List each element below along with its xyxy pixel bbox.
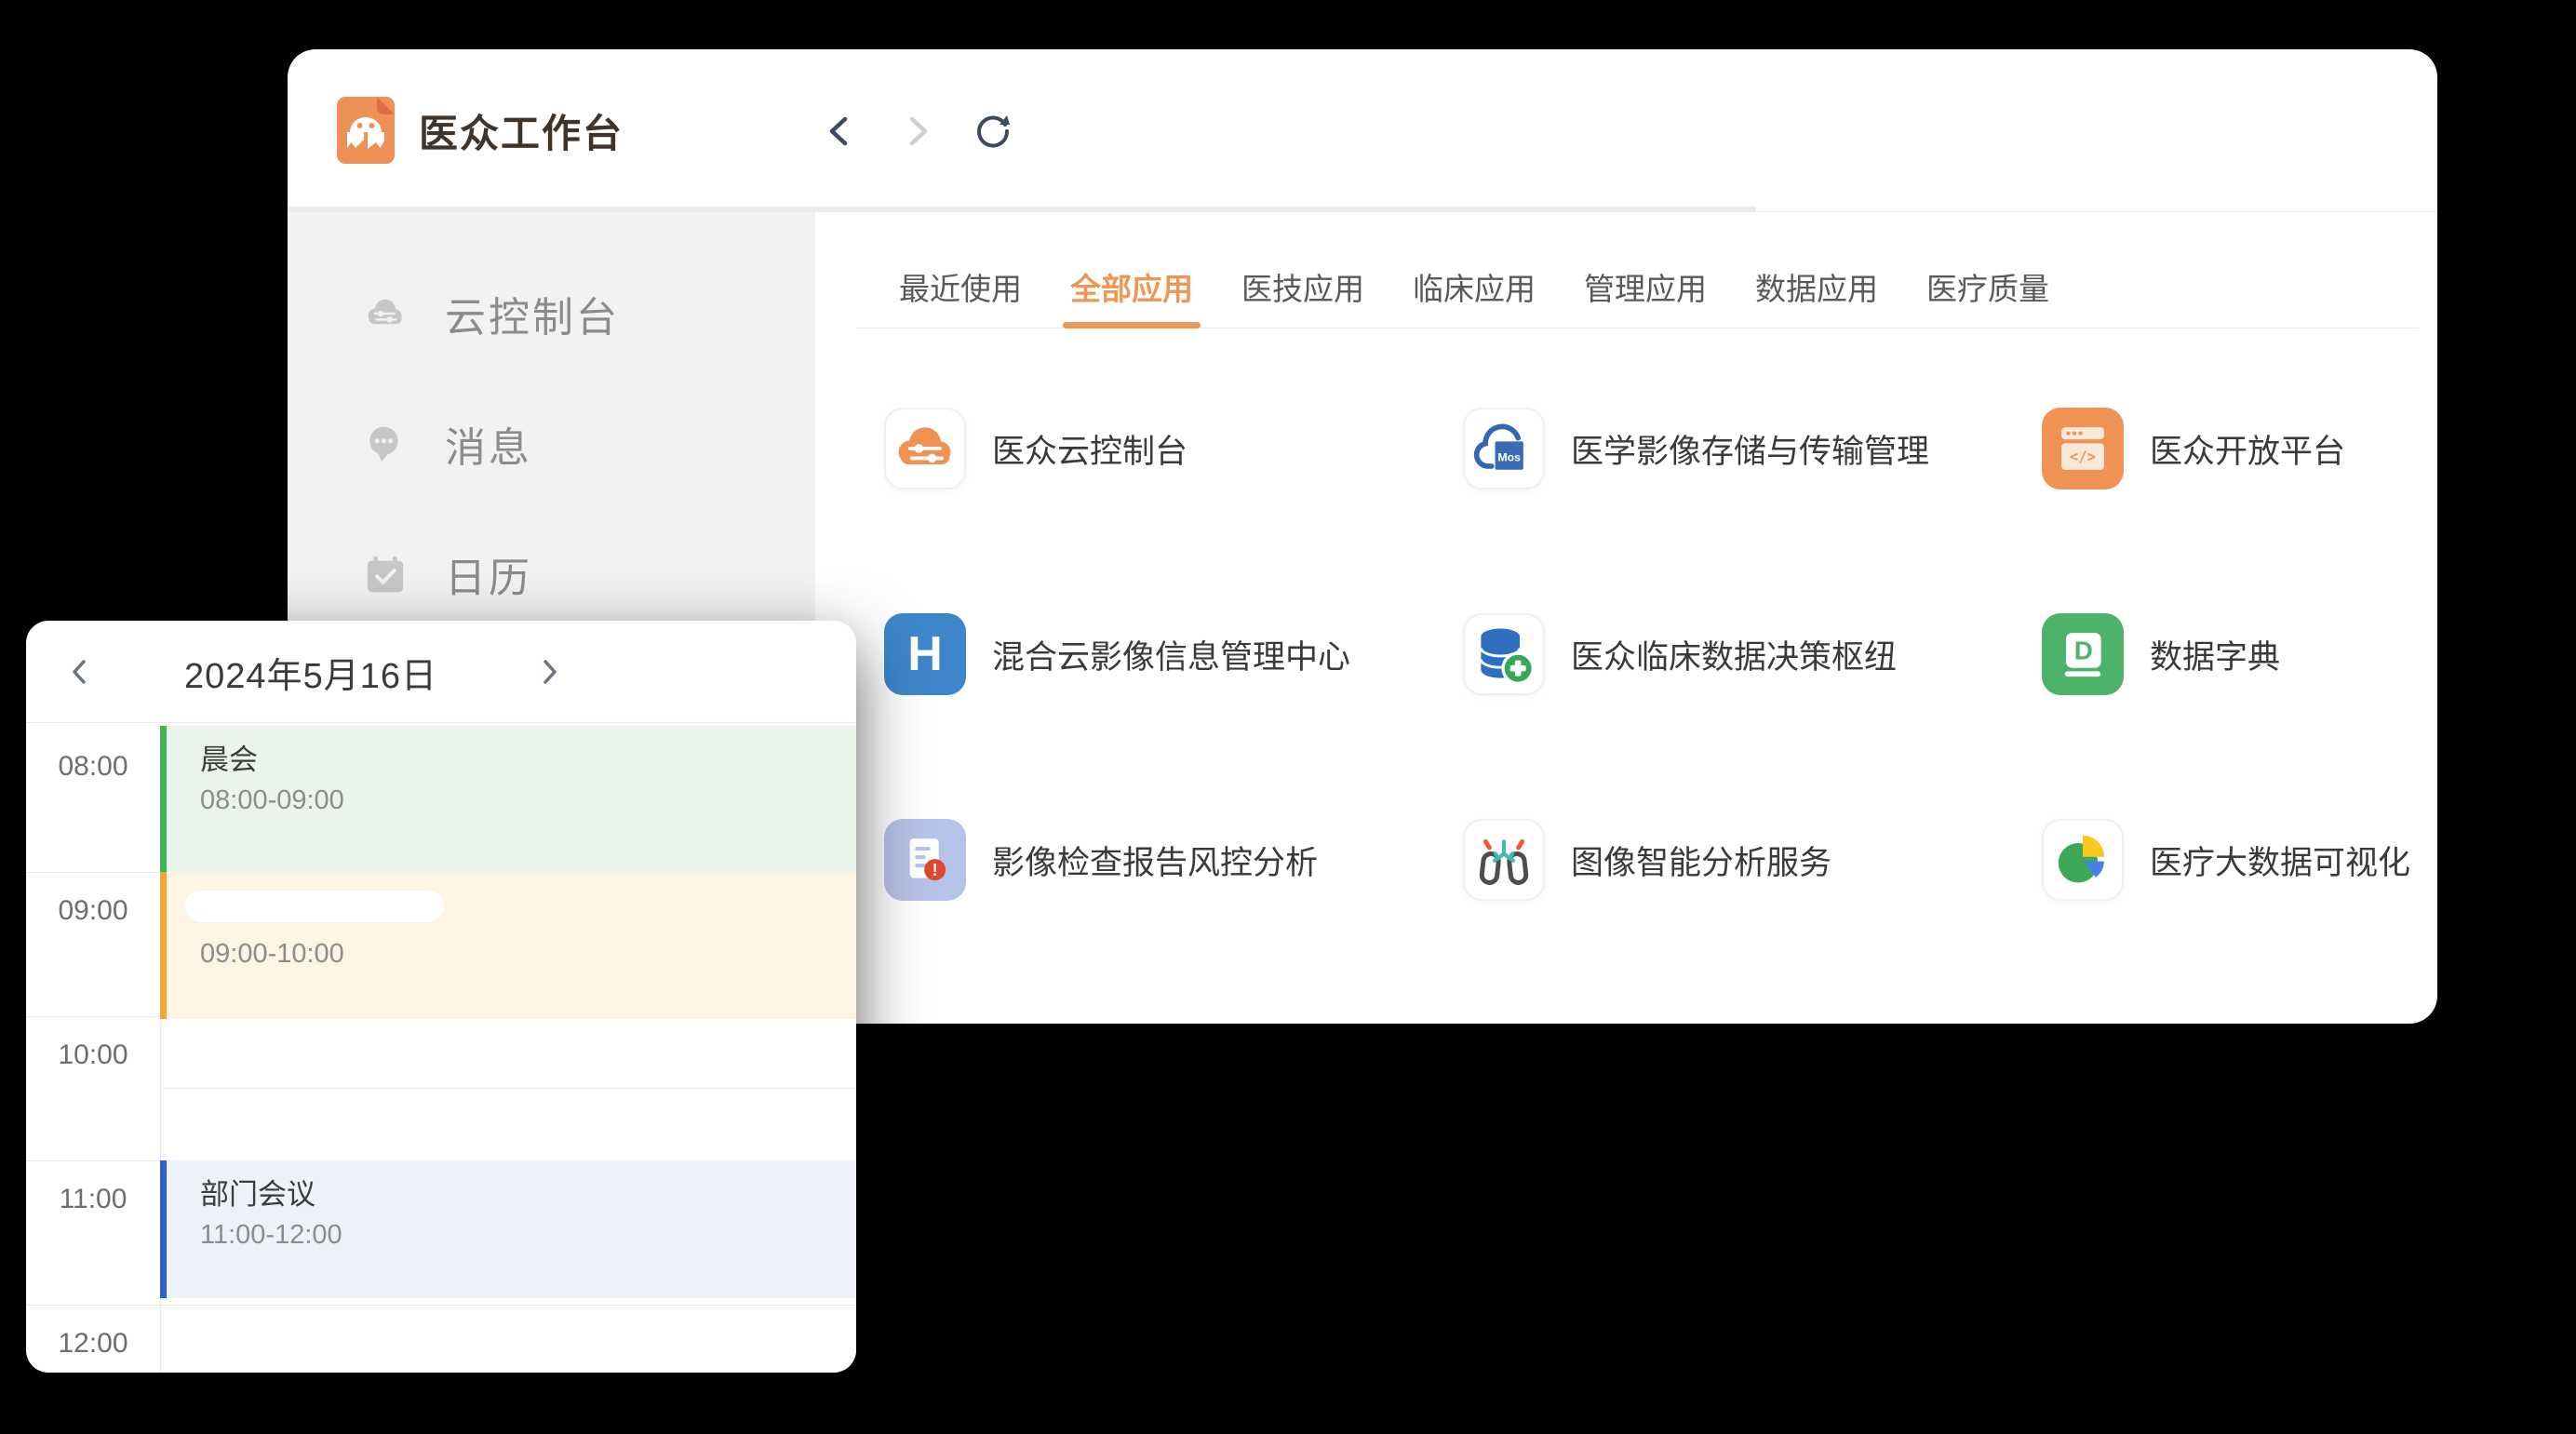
app-open-platform[interactable]: </> 医众开放平台	[2042, 408, 2437, 489]
sidebar-item-label: 云控制台	[445, 284, 620, 343]
tab-all-apps[interactable]: 全部应用	[1070, 264, 1193, 309]
app-hybrid-cloud-imaging[interactable]: H 混合云影像信息管理中心	[884, 613, 1463, 695]
time-label: 09:00	[26, 895, 160, 927]
open-platform-icon: </>	[2049, 415, 2116, 482]
hour-line	[26, 1305, 856, 1306]
message-icon	[363, 422, 408, 466]
tab-medical-quality[interactable]: 医疗质量	[1926, 264, 2049, 309]
calendar-panel: 2024年5月16日 08:00 09:00 10:00 11:00 12:00…	[26, 621, 856, 1373]
mos-cloud-icon: Mos	[1470, 415, 1537, 482]
app-logo-icon	[337, 97, 395, 164]
calendar-event-redacted[interactable]: 09:00-10:00	[160, 872, 856, 1019]
app-content: 最近使用 全部应用 医技应用 临床应用 管理应用 数据应用 医疗质量	[815, 212, 2437, 1023]
tab-data-apps[interactable]: 数据应用	[1755, 264, 1878, 309]
tab-recent[interactable]: 最近使用	[899, 264, 1022, 309]
calendar-prev-button[interactable]	[60, 651, 101, 692]
tab-medtech-apps[interactable]: 医技应用	[1241, 264, 1364, 309]
time-label: 08:00	[26, 751, 160, 783]
calendar-header: 2024年5月16日	[26, 621, 856, 723]
tab-clinical-apps[interactable]: 临床应用	[1413, 264, 1536, 309]
calendar-day-view: 08:00 09:00 10:00 11:00 12:00 晨会 08:00-0…	[26, 723, 856, 1373]
time-label: 11:00	[26, 1184, 160, 1215]
svg-text:!: !	[932, 861, 938, 879]
app-label: 影像检查报告风控分析	[992, 837, 1318, 884]
event-time: 11:00-12:00	[200, 1216, 856, 1253]
forward-button[interactable]	[896, 111, 937, 152]
svg-text:Mos: Mos	[1497, 450, 1521, 463]
calendar-next-button[interactable]	[529, 651, 570, 692]
app-image-storage-transfer[interactable]: Mos 医学影像存储与传输管理	[1463, 408, 2042, 489]
sidebar-item-messages[interactable]: 消息	[288, 407, 815, 481]
back-button[interactable]	[820, 111, 861, 152]
calendar-event-morning-meeting[interactable]: 晨会 08:00-09:00	[160, 726, 856, 872]
calendar-event-department-meeting[interactable]: 部门会议 11:00-12:00	[160, 1160, 856, 1298]
tab-management-apps[interactable]: 管理应用	[1584, 264, 1707, 309]
sidebar-item-cloud-console[interactable]: 云控制台	[288, 276, 815, 351]
app-clinical-data-hub[interactable]: 医众临床数据决策枢纽	[1463, 613, 2042, 695]
app-cloud-console[interactable]: 医众云控制台	[884, 408, 1463, 489]
half-hour-line	[160, 1088, 856, 1089]
sidebar-item-calendar[interactable]: 日历	[288, 537, 815, 611]
h-letter-icon: H	[907, 626, 943, 682]
svg-text:D: D	[2074, 637, 2093, 665]
dictionary-book-icon: D	[2049, 621, 2116, 688]
app-data-dictionary[interactable]: D 数据字典	[2042, 613, 2437, 695]
sidebar-item-label: 日历	[445, 544, 532, 604]
app-grid: 医众云控制台 Mos 医学影像存储与传输管理	[815, 408, 2437, 1024]
event-time: 09:00-10:00	[200, 935, 856, 972]
app-big-data-visualization[interactable]: 医疗大数据可视化	[2042, 819, 2437, 901]
clinical-database-icon	[1470, 621, 1537, 688]
browser-nav	[820, 49, 1013, 212]
svg-text:</>: </>	[2070, 449, 2096, 465]
chevron-left-icon	[64, 656, 96, 688]
report-risk-icon: !	[892, 826, 959, 893]
cloud-settings-icon	[892, 415, 959, 482]
event-title-redacted-pill	[185, 891, 444, 922]
forward-icon	[898, 113, 935, 150]
calendar-icon	[363, 552, 408, 596]
desktop-background: 医众工作台	[0, 0, 2576, 1434]
app-image-ai-analysis[interactable]: 图像智能分析服务	[1463, 819, 2042, 901]
chevron-right-icon	[533, 656, 565, 688]
cloud-console-icon	[363, 291, 408, 336]
calendar-date: 2024年5月16日	[115, 621, 506, 723]
refresh-icon	[973, 111, 1013, 152]
event-title: 部门会议	[200, 1175, 856, 1214]
window-title: 医众工作台	[419, 102, 624, 159]
app-label: 医众开放平台	[2150, 425, 2345, 473]
app-label: 医疗大数据可视化	[2150, 837, 2410, 884]
event-title: 晨会	[200, 741, 856, 780]
refresh-button[interactable]	[973, 111, 1013, 152]
tab-bar: 最近使用 全部应用 医技应用 临床应用 管理应用 数据应用 医疗质量	[856, 212, 2419, 328]
back-icon	[822, 113, 859, 150]
app-label: 医学影像存储与传输管理	[1571, 425, 1929, 473]
app-label: 混合云影像信息管理中心	[992, 631, 1350, 678]
app-report-risk-analysis[interactable]: ! 影像检查报告风控分析	[884, 819, 1463, 901]
app-label: 医众临床数据决策枢纽	[1571, 631, 1897, 678]
time-label: 12:00	[26, 1328, 160, 1360]
app-label: 数据字典	[2150, 631, 2280, 678]
app-label: 医众云控制台	[992, 425, 1187, 473]
pie-chart-icon	[2049, 826, 2116, 893]
time-label: 10:00	[26, 1039, 160, 1071]
sidebar-item-label: 消息	[445, 414, 532, 474]
app-label: 图像智能分析服务	[1571, 837, 1831, 884]
window-header: 医众工作台	[288, 49, 2437, 212]
event-time: 08:00-09:00	[200, 782, 856, 819]
lungs-icon	[1470, 826, 1537, 893]
